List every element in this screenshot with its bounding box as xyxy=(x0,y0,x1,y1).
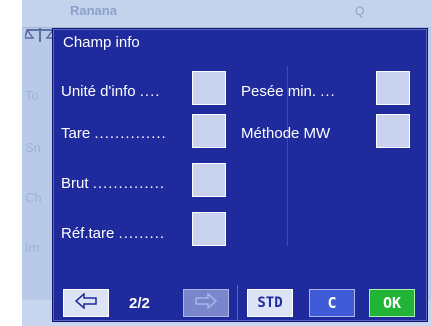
background-item: To xyxy=(25,88,39,103)
arrow-left-icon xyxy=(74,292,97,313)
background-item: Sn xyxy=(25,140,41,155)
row-label-text: Réf.tare xyxy=(61,225,115,242)
row-label-tare-ref: Réf.tare ......... xyxy=(61,225,165,242)
checkbox-info-unit[interactable] xyxy=(192,71,226,105)
std-button[interactable]: STD xyxy=(247,289,293,317)
row-dots: .... xyxy=(139,83,161,100)
row-label-text: Tare xyxy=(61,125,91,142)
checkbox-tare[interactable] xyxy=(192,114,226,148)
row-dots: ... xyxy=(320,83,336,100)
row-label-gross: Brut .............. xyxy=(61,175,165,192)
row-label-text: Pesée min. xyxy=(241,83,317,100)
row-label-mw-method: Méthode MW xyxy=(241,125,330,142)
info-field-dialog: Champ info Unité d'info .... Tare ......… xyxy=(52,28,428,322)
row-dots: .............. xyxy=(94,125,167,142)
background-right-label: Q xyxy=(355,4,365,18)
row-dots: ......... xyxy=(118,225,166,242)
row-label-text: Unité d'info xyxy=(61,83,136,100)
checkbox-mw-method[interactable] xyxy=(376,114,410,148)
row-label-info-unit: Unité d'info .... xyxy=(61,83,160,100)
row-label-min-weigh: Pesée min. ... xyxy=(241,83,336,100)
row-label-text: Méthode MW xyxy=(241,125,331,142)
row-dots: .............. xyxy=(92,175,166,192)
row-label-tare: Tare .............. xyxy=(61,125,167,142)
forward-button[interactable] xyxy=(183,289,229,317)
toolbar-separator xyxy=(237,285,238,321)
page-indicator: 2/2 xyxy=(129,295,150,312)
ok-button[interactable]: OK xyxy=(369,289,415,317)
background-item: Ch xyxy=(25,190,42,205)
row-label-text: Brut xyxy=(61,175,89,192)
checkbox-tare-ref[interactable] xyxy=(192,212,226,246)
background-title: Ranana xyxy=(70,3,117,18)
clear-button[interactable]: C xyxy=(309,289,355,317)
checkbox-min-weigh[interactable] xyxy=(376,71,410,105)
checkbox-gross[interactable] xyxy=(192,163,226,197)
back-button[interactable] xyxy=(63,289,109,317)
arrow-right-icon xyxy=(195,292,218,313)
dialog-title: Champ info xyxy=(63,34,140,51)
background-item: Im xyxy=(25,240,40,255)
